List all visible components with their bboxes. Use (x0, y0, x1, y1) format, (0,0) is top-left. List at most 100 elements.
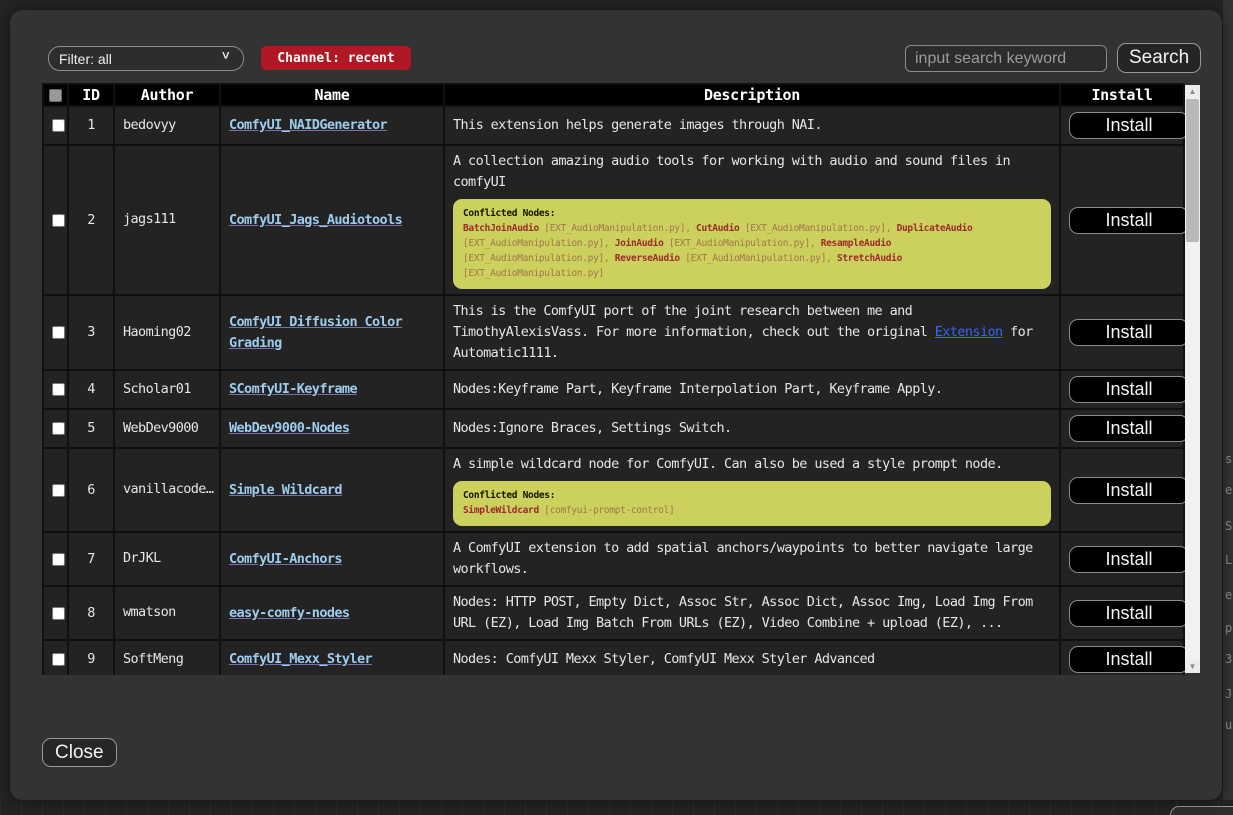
background-edge-glyph: 3 (1225, 652, 1232, 666)
install-button[interactable]: Install (1069, 646, 1189, 673)
description-cell: Nodes: HTTP POST, Empty Dict, Assoc Str,… (444, 586, 1060, 640)
table-row: 2jags111ComfyUI_Jags_AudiotoolsA collect… (43, 145, 1184, 295)
id-cell: 1 (68, 106, 114, 145)
table-header-row: ID Author Name Description Install (43, 84, 1184, 106)
background-edge-glyph: S (1225, 519, 1232, 533)
install-button[interactable]: Install (1069, 415, 1189, 442)
row-checkbox[interactable] (52, 484, 65, 497)
extension-name-link[interactable]: WebDev9000-Nodes (229, 420, 349, 436)
background-edge-glyph: L (1225, 553, 1232, 567)
name-cell: Simple Wildcard (220, 448, 444, 532)
checkbox-cell (43, 145, 68, 295)
author-cell: jags111 (114, 145, 220, 295)
description-text: A ComfyUI extension to add spatial ancho… (453, 538, 1051, 580)
custom-nodes-install-dialog: Filter: all ˅ Channel: recent Search ID (10, 10, 1222, 800)
scrollbar-up-arrow-icon[interactable]: ▲ (1185, 85, 1200, 98)
extension-name-link[interactable]: ComfyUI_NAIDGenerator (229, 117, 387, 133)
extension-name-link[interactable]: ComfyUI_Mexx_Styler (229, 651, 372, 667)
install-cell: Install (1060, 295, 1184, 370)
background-edge-glyph: J (1225, 687, 1232, 701)
install-button[interactable]: Install (1069, 319, 1189, 346)
install-button[interactable]: Install (1069, 546, 1189, 573)
search-button[interactable]: Search (1117, 43, 1201, 73)
description-inline-link[interactable]: Extension (935, 324, 1003, 340)
install-button[interactable]: Install (1069, 477, 1189, 504)
background-edge-glyph: e (1225, 483, 1232, 497)
checkbox-cell (43, 409, 68, 448)
conflict-node-source: [EXT_AudioManipulation.py], (463, 238, 615, 249)
name-cell: ComfyUI_NAIDGenerator (220, 106, 444, 145)
select-all-checkbox[interactable] (49, 89, 62, 102)
id-cell: 3 (68, 295, 114, 370)
author-text: wmatson (123, 602, 176, 623)
conflict-node-name: JoinAudio (615, 238, 664, 249)
row-checkbox[interactable] (52, 119, 65, 132)
install-button[interactable]: Install (1069, 207, 1189, 234)
description-cell: Nodes: ComfyUI Mexx Styler, ComfyUI Mexx… (444, 640, 1060, 675)
install-button[interactable]: Install (1069, 600, 1189, 627)
install-cell: Install (1060, 640, 1184, 675)
author-cell: WebDev9000 (114, 409, 220, 448)
channel-badge[interactable]: Channel: recent (261, 46, 411, 70)
row-checkbox[interactable] (52, 326, 65, 339)
description-text: A simple wildcard node for ComfyUI. Can … (453, 454, 1051, 475)
screen: seSLep3Ju Filter: all ˅ Channel: recent … (0, 0, 1233, 815)
conflict-node-name: SimpleWildcard (463, 505, 539, 516)
id-cell: 8 (68, 586, 114, 640)
extension-name-link[interactable]: ComfyUI Diffusion Color Grading (229, 314, 402, 351)
description-text: Nodes:Keyframe Part, Keyframe Interpolat… (453, 379, 1051, 400)
column-header-install: Install (1060, 84, 1184, 106)
description-cell: This is the ComfyUI port of the joint re… (444, 295, 1060, 370)
name-cell: easy-comfy-nodes (220, 586, 444, 640)
description-cell: Nodes:Keyframe Part, Keyframe Interpolat… (444, 370, 1060, 409)
author-cell: Haoming02 (114, 295, 220, 370)
name-cell: ComfyUI-Anchors (220, 532, 444, 586)
scrollbar-down-arrow-icon[interactable]: ▼ (1185, 660, 1200, 673)
description-text: This extension helps generate images thr… (453, 115, 1051, 136)
author-text: jags111 (123, 209, 176, 230)
background-edge-strip: seSLep3Ju (1223, 0, 1233, 815)
row-checkbox[interactable] (52, 214, 65, 227)
id-cell: 4 (68, 370, 114, 409)
column-header-name: Name (220, 84, 444, 106)
id-cell: 5 (68, 409, 114, 448)
close-button[interactable]: Close (42, 738, 117, 767)
author-cell: DrJKL (114, 532, 220, 586)
row-checkbox[interactable] (52, 422, 65, 435)
conflict-node-source: [EXT_AudioManipulation.py], (664, 238, 821, 249)
extension-name-link[interactable]: ComfyUI-Anchors (229, 551, 342, 567)
author-cell: SoftMeng (114, 640, 220, 675)
table-scrollbar[interactable]: ▲ ▼ (1185, 85, 1200, 673)
id-cell: 7 (68, 532, 114, 586)
table-row: 9 SoftMeng ComfyUI_Mexx_Styler Nodes: Comfy… (43, 640, 1184, 675)
install-button[interactable]: Install (1069, 376, 1189, 403)
conflict-node-name: ResampleAudio (821, 238, 891, 249)
background-edge-glyph: e (1225, 588, 1232, 602)
row-checkbox[interactable] (52, 653, 65, 666)
background-canvas-strip (0, 800, 1233, 815)
column-header-description: Description (444, 84, 1060, 106)
custom-nodes-table-wrap: ID Author Name Description Install 1bedo… (42, 83, 1200, 675)
author-text: SoftMeng (123, 649, 183, 670)
filter-select[interactable]: Filter: all (48, 46, 244, 71)
extension-name-link[interactable]: easy-comfy-nodes (229, 605, 349, 621)
extension-name-link[interactable]: ComfyUI_Jags_Audiotools (229, 212, 402, 228)
description-cell: A ComfyUI extension to add spatial ancho… (444, 532, 1060, 586)
row-checkbox[interactable] (52, 383, 65, 396)
row-checkbox[interactable] (52, 553, 65, 566)
table-row: 7DrJKL ComfyUI-Anchors A ComfyUI extension… (43, 532, 1184, 586)
table-row: 5WebDev9000WebDev9000-NodesNodes:Ignore … (43, 409, 1184, 448)
id-cell: 9 (68, 640, 114, 675)
scrollbar-thumb[interactable] (1186, 99, 1199, 242)
checkbox-cell (43, 532, 68, 586)
conflict-node-source: [EXT_AudioManipulation.py], (739, 223, 896, 234)
extension-name-link[interactable]: SComfyUI-Keyframe (229, 381, 357, 397)
install-button[interactable]: Install (1069, 112, 1189, 139)
table-row: 3Haoming02ComfyUI Diffusion Color Gradin… (43, 295, 1184, 370)
extension-name-link[interactable]: Simple Wildcard (229, 482, 342, 498)
background-panel-corner (1170, 806, 1233, 815)
column-header-author: Author (114, 84, 220, 106)
checkbox-cell (43, 295, 68, 370)
search-input[interactable] (905, 45, 1107, 72)
row-checkbox[interactable] (52, 607, 65, 620)
